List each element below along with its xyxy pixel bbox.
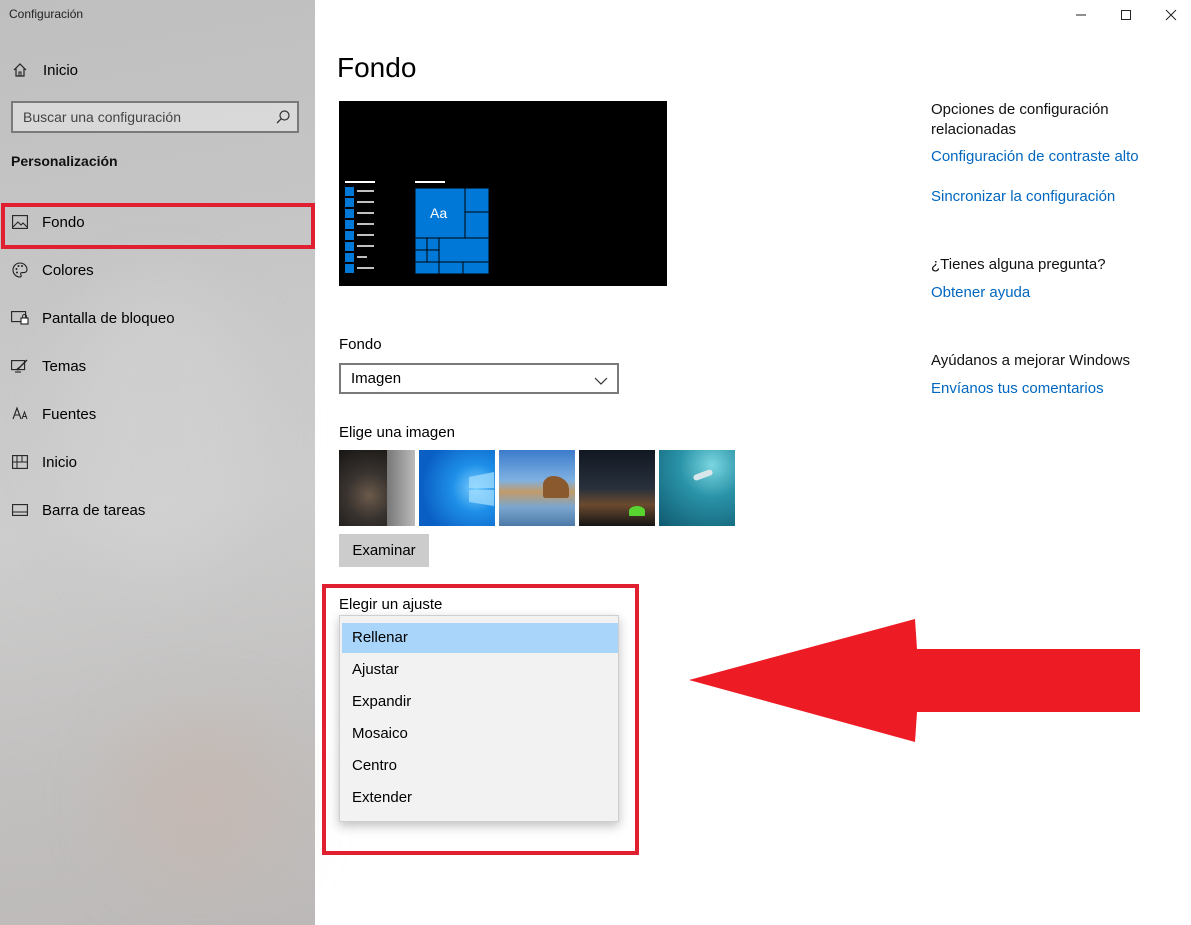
fonts-icon xyxy=(11,405,29,423)
background-type-value: Imagen xyxy=(351,370,402,387)
background-type-select[interactable]: Imagen xyxy=(339,363,619,394)
search-box[interactable] xyxy=(11,101,299,133)
question-heading: ¿Tienes alguna pregunta? xyxy=(931,256,1106,273)
chevron-down-icon xyxy=(593,371,609,387)
sidebar-item-label: Fondo xyxy=(42,213,85,231)
fit-option-expandir[interactable]: Expandir xyxy=(342,687,618,717)
high-contrast-link[interactable]: Configuración de contraste alto xyxy=(931,148,1139,165)
search-icon[interactable] xyxy=(275,109,291,125)
nav-home[interactable]: Inicio xyxy=(0,52,315,88)
start-icon xyxy=(11,453,29,471)
minimize-button[interactable] xyxy=(1058,0,1104,30)
background-preview: Aa xyxy=(339,101,667,286)
fit-option-centro[interactable]: Centro xyxy=(342,751,618,781)
wallpaper-thumbnail[interactable] xyxy=(339,450,415,526)
close-icon xyxy=(1165,9,1177,21)
improve-windows-heading: Ayúdanos a mejorar Windows xyxy=(931,352,1130,369)
sidebar-item-fuentes[interactable]: Fuentes xyxy=(0,394,315,434)
close-button[interactable] xyxy=(1148,0,1191,30)
fit-option-mosaico[interactable]: Mosaico xyxy=(342,719,618,749)
browse-button[interactable]: Examinar xyxy=(339,534,429,567)
sidebar-item-colores[interactable]: Colores xyxy=(0,250,315,290)
sidebar-item-label: Fuentes xyxy=(42,405,97,423)
sidebar-item-pantalla-de-bloqueo[interactable]: Pantalla de bloqueo xyxy=(0,298,315,338)
fit-dropdown-list[interactable]: Rellenar Ajustar Expandir Mosaico Centro… xyxy=(339,615,619,822)
fit-option-rellenar[interactable]: Rellenar xyxy=(342,623,618,653)
wallpaper-thumbnail[interactable] xyxy=(419,450,495,526)
sidebar-item-label: Colores xyxy=(42,261,94,279)
sidebar-item-temas[interactable]: Temas xyxy=(0,346,315,386)
home-icon xyxy=(11,61,29,79)
maximize-button[interactable] xyxy=(1103,0,1149,30)
minimize-icon xyxy=(1076,14,1086,16)
sidebar-item-label: Pantalla de bloqueo xyxy=(42,309,175,327)
send-feedback-link[interactable]: Envíanos tus comentarios xyxy=(931,380,1104,397)
annotation-arrow-icon xyxy=(689,619,1140,742)
wallpaper-thumbnail[interactable] xyxy=(659,450,735,526)
picture-icon xyxy=(11,213,29,231)
choose-image-label: Elige una imagen xyxy=(339,424,455,441)
taskbar-icon xyxy=(11,501,29,519)
page-title: Fondo xyxy=(337,52,417,83)
image-thumbnails xyxy=(339,450,735,526)
wallpaper-thumbnail[interactable] xyxy=(579,450,655,526)
sync-settings-link[interactable]: Sincronizar la configuración xyxy=(931,188,1115,205)
sidebar: Configuración Inicio Personalización Fon… xyxy=(0,0,315,925)
app-title: Configuración xyxy=(9,7,84,21)
maximize-icon xyxy=(1121,10,1131,20)
themes-icon xyxy=(11,357,29,375)
fit-option-extender[interactable]: Extender xyxy=(342,783,618,813)
search-input[interactable] xyxy=(13,103,297,131)
sidebar-item-label: Temas xyxy=(42,357,87,375)
related-settings-heading: Opciones de configuración relacionadas xyxy=(931,101,1109,138)
sidebar-item-label: Barra de tareas xyxy=(42,501,146,519)
wallpaper-thumbnail[interactable] xyxy=(499,450,575,526)
fit-option-ajustar[interactable]: Ajustar xyxy=(342,655,618,685)
lock-screen-icon xyxy=(11,309,29,327)
preview-tile-text: Aa xyxy=(430,205,448,221)
sidebar-item-label: Inicio xyxy=(42,453,78,471)
section-title: Personalización xyxy=(11,153,118,169)
fit-label: Elegir un ajuste xyxy=(339,596,443,613)
sidebar-item-inicio[interactable]: Inicio xyxy=(0,442,315,482)
get-help-link[interactable]: Obtener ayuda xyxy=(931,284,1030,301)
sidebar-backdrop-blur xyxy=(120,720,280,880)
background-label: Fondo xyxy=(339,336,382,353)
sidebar-item-barra-de-tareas[interactable]: Barra de tareas xyxy=(0,490,315,530)
palette-icon xyxy=(11,261,29,279)
nav-home-label: Inicio xyxy=(43,61,79,79)
sidebar-item-fondo[interactable]: Fondo xyxy=(0,202,315,249)
